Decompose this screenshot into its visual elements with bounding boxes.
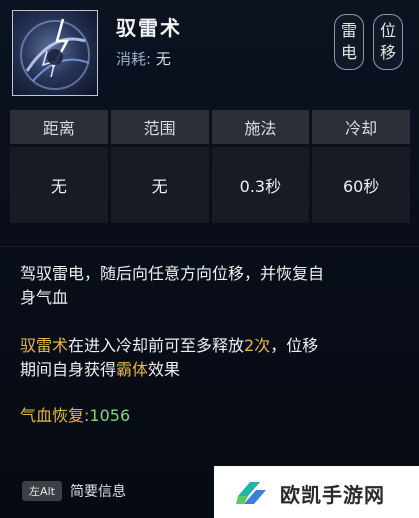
stat-value-range: 无 [10, 147, 108, 223]
tag-dash-label: 位移 [379, 21, 396, 62]
skill-cost: 消耗: 无 [116, 48, 171, 69]
tag-thunder-label: 雷电 [340, 21, 357, 62]
tooltip-footer: 左Alt 简要信息 欧凯手游网 [0, 466, 419, 518]
stat-header-range: 距离 [10, 110, 108, 144]
desc-line-1: 驾驭雷电，随后向任意方向位移，并恢复自 [20, 264, 325, 283]
cost-label: 消耗: [116, 50, 152, 68]
stat-value-cooldown: 60秒 [312, 147, 410, 223]
tag-thunder: 雷电 [334, 14, 364, 70]
divider [0, 246, 419, 247]
watermark-logo-icon [236, 482, 266, 504]
desc-para2-text1: 在进入冷却前可至多释放 [68, 336, 245, 355]
tag-dash: 位移 [373, 14, 403, 70]
site-watermark: 欧凯手游网 [214, 466, 419, 518]
desc-para2-line2: 期间自身获得霸体效果 [20, 358, 410, 382]
charge-count-highlight: 2次 [244, 336, 271, 355]
stat-header-area: 范围 [110, 110, 209, 144]
desc-para2-line2-text1: 期间自身获得 [20, 360, 117, 379]
skill-description: 驾驭雷电，随后向任意方向位移，并恢复自 身气血 驭雷术在进入冷却前可至多释放2次… [0, 254, 419, 474]
heal-line: 气血恢复:1056 [20, 404, 410, 428]
skill-tooltip-panel: 驭雷术 消耗: 无 雷电 位移 距离 范围 施法 冷却 无 无 0.3秒 60秒… [0, 0, 419, 518]
skill-icon [12, 10, 98, 96]
stat-value-area: 无 [110, 147, 209, 223]
superarmor-highlight: 霸体 [116, 360, 149, 379]
alt-key-hint: 左Alt [22, 481, 62, 501]
stat-value-cast: 0.3秒 [211, 147, 310, 223]
watermark-text: 欧凯手游网 [280, 483, 385, 507]
desc-para2-line1: 驭雷术在进入冷却前可至多释放2次，位移 [20, 334, 410, 358]
brief-info-label: 简要信息 [70, 484, 126, 500]
desc-para2-text2: ，位移 [270, 336, 319, 355]
heal-label: 气血恢复: [20, 406, 90, 425]
desc-line-2: 身气血 [20, 288, 69, 307]
cost-value: 无 [155, 50, 171, 68]
heal-value: 1056 [89, 406, 131, 425]
skill-name-highlight: 驭雷术 [20, 336, 69, 355]
skill-name: 驭雷术 [116, 16, 182, 40]
tooltip-header: 驭雷术 消耗: 无 雷电 位移 [0, 0, 419, 104]
desc-para2-line2-text2: 效果 [148, 360, 181, 379]
stat-header-cast: 施法 [211, 110, 310, 144]
skill-stats-table: 距离 范围 施法 冷却 无 无 0.3秒 60秒 [10, 110, 410, 223]
stat-header-cooldown: 冷却 [312, 110, 410, 144]
